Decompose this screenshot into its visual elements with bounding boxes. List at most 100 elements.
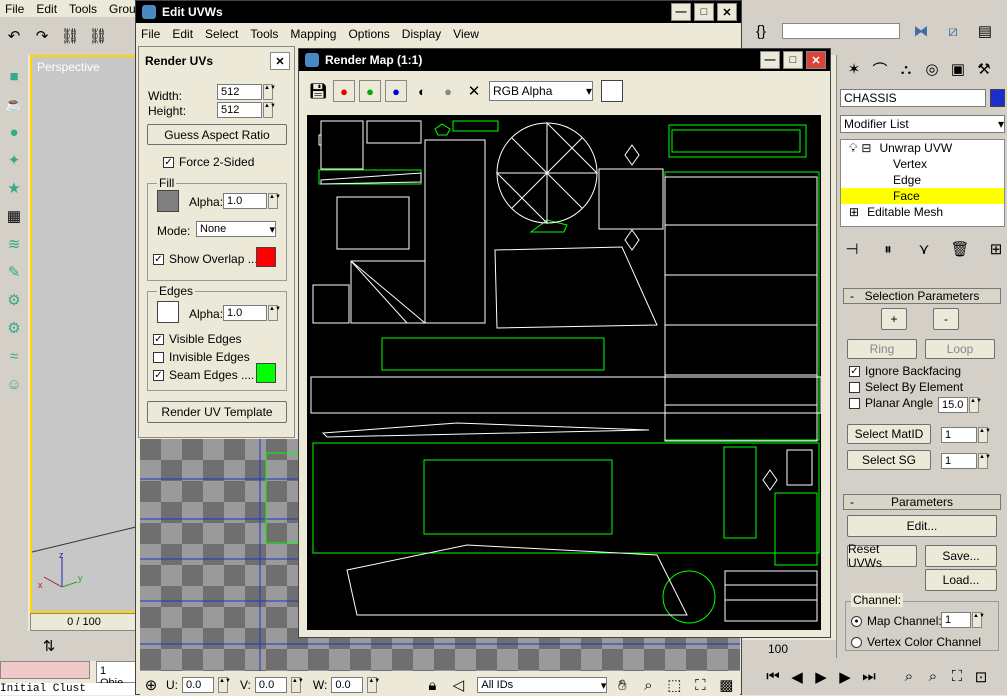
maxscript-listener[interactable] xyxy=(0,661,90,679)
guess-aspect-ratio-button[interactable]: Guess Aspect Ratio xyxy=(147,124,287,145)
box-icon[interactable]: ■ xyxy=(3,65,25,87)
align-icon[interactable]: ⧄ xyxy=(942,20,964,42)
make-unique-icon[interactable]: ⋎ xyxy=(913,238,935,260)
stack-item-editable-mesh[interactable]: ⊞ Editable Mesh xyxy=(841,204,1004,220)
unlink-icon[interactable]: ⛓ xyxy=(87,25,109,47)
maximize-icon[interactable]: □ xyxy=(783,51,803,69)
ids-dropdown[interactable]: All IDs ▾ xyxy=(477,677,608,693)
invisible-edges-checkbox[interactable] xyxy=(153,351,164,363)
red-channel-icon[interactable]: ● xyxy=(333,80,355,102)
star-icon[interactable]: ★ xyxy=(3,177,25,199)
script-line[interactable]: Initial Clust xyxy=(0,683,138,695)
matid-spinner[interactable]: ▲▼ xyxy=(978,427,991,443)
object-color-swatch[interactable] xyxy=(990,89,1005,107)
ring-button[interactable]: Ring xyxy=(847,339,917,359)
selection-parameters-rollout[interactable]: - Selection Parameters xyxy=(843,288,1001,304)
selection-set-icon[interactable]: {} xyxy=(750,20,772,42)
v-input[interactable]: 0.0 xyxy=(254,677,287,693)
go-to-end-icon[interactable]: ⏭︎ xyxy=(858,666,880,688)
perspective-viewport[interactable]: Perspective z x y xyxy=(30,55,138,613)
motion-tab-icon[interactable]: ◎ xyxy=(921,58,943,80)
invisible-edges-row[interactable]: Invisible Edges xyxy=(153,350,250,364)
checker-icon[interactable]: ▦ xyxy=(3,205,25,227)
edges-color-swatch[interactable] xyxy=(157,301,179,323)
gear-icon-2[interactable]: ⚙ xyxy=(3,317,25,339)
teapot-icon[interactable]: ☕ xyxy=(3,93,25,115)
map-channel-input[interactable]: 1 xyxy=(941,612,971,628)
mono-icon[interactable]: ◐ xyxy=(411,80,433,102)
zoom-extents-all-icon[interactable]: ⛶ xyxy=(946,666,968,688)
expand-icon[interactable]: ⊞ xyxy=(849,205,859,219)
planar-angle-input[interactable]: 15.0 xyxy=(938,397,968,413)
modifier-list-dropdown[interactable]: Modifier List ▾ xyxy=(840,115,1005,133)
minimize-icon[interactable]: — xyxy=(671,3,691,21)
height-spinner[interactable]: ▲▼ xyxy=(263,102,276,118)
green-channel-icon[interactable]: ● xyxy=(359,80,381,102)
hierarchy-tab-icon[interactable]: ⛬ xyxy=(895,58,917,80)
select-by-element-row[interactable]: Select By Element xyxy=(849,380,963,394)
overlap-color-swatch[interactable] xyxy=(256,247,276,267)
u-input[interactable]: 0.0 xyxy=(182,677,214,693)
blue-channel-icon[interactable]: ● xyxy=(385,80,407,102)
reset-uvws-button[interactable]: Reset UVWs xyxy=(847,542,917,570)
stack-item-edge[interactable]: Edge xyxy=(841,172,1004,188)
sphere-icon[interactable]: ● xyxy=(3,121,25,143)
menu-edit[interactable]: Edit xyxy=(31,2,64,16)
stack-item-vertex[interactable]: Vertex xyxy=(841,156,1004,172)
shrink-selection-button[interactable]: - xyxy=(933,308,959,330)
modify-tab-icon[interactable]: ⌒ xyxy=(869,58,891,80)
wave-icon[interactable]: ≈ xyxy=(3,345,25,367)
seam-edges-checkbox[interactable]: ✓ xyxy=(153,369,164,381)
menu-tools[interactable]: Tools xyxy=(64,2,104,16)
display-tab-icon[interactable]: ▣ xyxy=(947,58,969,80)
visible-edges-checkbox[interactable]: ✓ xyxy=(153,333,164,345)
field-of-view-icon[interactable]: ⊡ xyxy=(970,666,992,688)
uvw-menu-view[interactable]: View xyxy=(448,27,486,41)
seam-edges-row[interactable]: ✓ Seam Edges .... xyxy=(153,368,254,382)
configure-sets-icon[interactable]: ⊞ xyxy=(985,238,1007,260)
planar-angle-row[interactable]: Planar Angle xyxy=(849,396,933,410)
u-spinner[interactable]: ▲▼ xyxy=(218,677,231,693)
select-by-element-checkbox[interactable] xyxy=(849,381,860,393)
alpha-channel-icon[interactable]: ● xyxy=(437,80,459,102)
map-channel-spinner[interactable]: ▲▼ xyxy=(972,612,985,628)
w-spinner[interactable]: ▲▼ xyxy=(367,677,380,693)
maximize-icon[interactable]: □ xyxy=(694,3,714,21)
key-icon[interactable]: ⇅ xyxy=(38,635,60,657)
uvw-menu-tools[interactable]: Tools xyxy=(245,27,285,41)
ignore-backfacing-checkbox[interactable]: ✓ xyxy=(849,365,860,377)
fill-color-swatch[interactable] xyxy=(157,190,179,212)
vertex-color-channel-radio[interactable] xyxy=(851,636,862,648)
zoom-region-icon[interactable]: ⬚ xyxy=(663,674,685,696)
show-end-result-icon[interactable]: ⏸︎ xyxy=(877,238,899,260)
collapse-icon[interactable]: ⊟ xyxy=(861,141,871,155)
show-overlap-row[interactable]: ✓ Show Overlap ... xyxy=(153,252,258,266)
uvw-menu-edit[interactable]: Edit xyxy=(167,27,200,41)
render-map-titlebar[interactable]: Render Map (1:1) — □ ✕ xyxy=(299,49,830,71)
uvw-menu-select[interactable]: Select xyxy=(200,27,245,41)
uvw-menu-mapping[interactable]: Mapping xyxy=(285,27,343,41)
parameters-rollout[interactable]: - Parameters xyxy=(843,494,1001,510)
zoom-extents-icon[interactable]: ⛶ xyxy=(689,674,711,696)
stack-item-unwrap[interactable]: 💡︎ ⊟ Unwrap UVW xyxy=(841,140,1004,156)
play-icon[interactable]: ▶ xyxy=(810,666,832,688)
mirror-icon[interactable]: ⧓ xyxy=(910,20,932,42)
mode-dropdown[interactable]: None ▾ xyxy=(196,221,276,237)
menu-file[interactable]: File xyxy=(0,2,31,16)
create-tab-icon[interactable]: ✶ xyxy=(843,58,865,80)
remove-modifier-icon[interactable]: 🗑︎ xyxy=(949,238,971,260)
minimize-icon[interactable]: — xyxy=(760,51,780,69)
light-icon[interactable]: ✦ xyxy=(3,149,25,171)
object-name-input[interactable]: CHASSIS xyxy=(840,89,986,107)
planar-angle-spinner[interactable]: ▲▼ xyxy=(969,397,982,413)
named-selection-dropdown[interactable] xyxy=(782,23,900,39)
load-button[interactable]: Load... xyxy=(925,569,997,591)
background-color-swatch[interactable] xyxy=(601,80,623,102)
close-icon[interactable]: ✕ xyxy=(806,51,826,69)
width-spinner[interactable]: ▲▼ xyxy=(263,84,276,100)
link-icon[interactable]: ⛓ xyxy=(59,25,81,47)
show-overlap-checkbox[interactable]: ✓ xyxy=(153,253,164,265)
next-frame-icon[interactable]: ▶ xyxy=(834,666,856,688)
v-spinner[interactable]: ▲▼ xyxy=(290,677,304,693)
uvw-menu-display[interactable]: Display xyxy=(397,27,448,41)
